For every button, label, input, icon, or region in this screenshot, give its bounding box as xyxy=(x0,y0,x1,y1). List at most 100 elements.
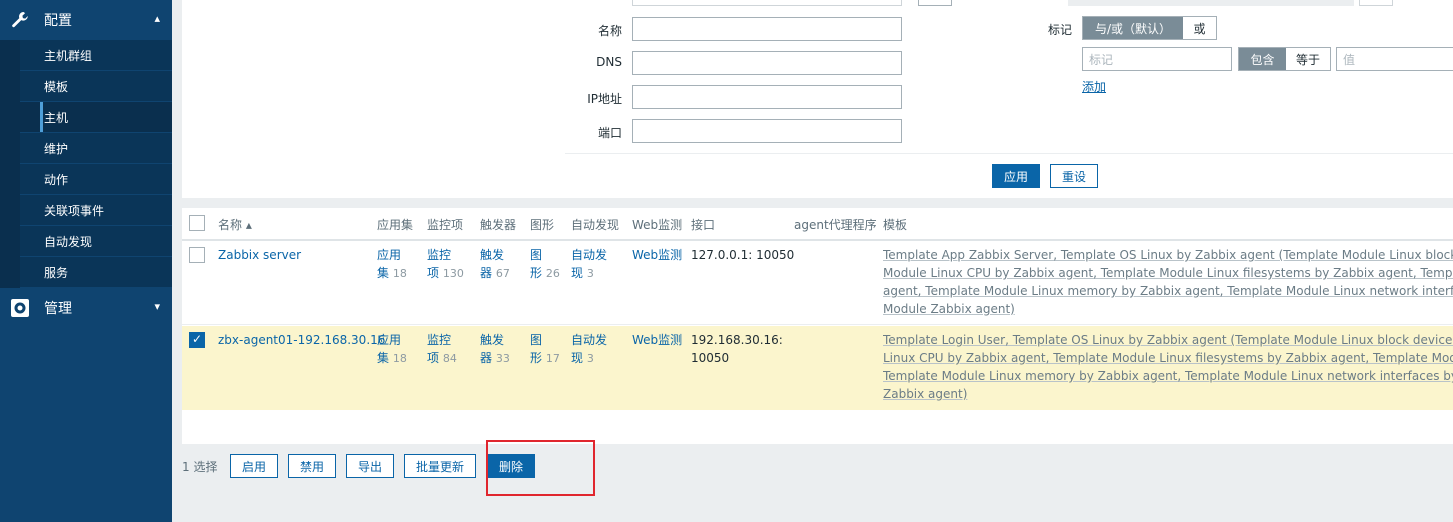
template-line[interactable]: agent, Template Module Linux memory by Z… xyxy=(883,282,1453,300)
sidebar-item-discovery[interactable]: 自动发现 xyxy=(20,226,172,257)
disable-button[interactable]: 禁用 xyxy=(288,454,336,478)
graphs-label: 形 xyxy=(530,266,543,280)
sidebar-item-label: 关联项事件 xyxy=(44,203,105,218)
graphs-count: 26 xyxy=(545,267,560,280)
chevron-up-icon: ▴ xyxy=(154,12,160,25)
filter-field-partial xyxy=(1068,0,1354,6)
template-line[interactable]: Module Zabbix agent) xyxy=(883,300,1453,318)
sidebar-item-maintenance[interactable]: 维护 xyxy=(20,133,172,164)
add-tag-link[interactable]: 添加 xyxy=(1082,78,1106,95)
triggers-count: 67 xyxy=(495,267,510,280)
filter-field-partial xyxy=(632,0,902,6)
web-link[interactable]: Web监测 xyxy=(632,331,682,349)
tag-mode-or[interactable]: 或 xyxy=(1183,17,1216,39)
sidebar-section-label: 配置 xyxy=(44,13,72,29)
sidebar-section-admin[interactable]: 管理 ▾ xyxy=(0,288,172,328)
template-line[interactable]: Template Module Linux memory by Zabbix a… xyxy=(883,367,1453,385)
host-name-link[interactable]: Zabbix server xyxy=(218,246,301,264)
export-button[interactable]: 导出 xyxy=(346,454,394,478)
sidebar-item-label: 自动发现 xyxy=(44,234,93,249)
wrench-icon xyxy=(12,12,28,28)
sidebar-item-event-correlation[interactable]: 关联项事件 xyxy=(20,195,172,226)
applications-link[interactable]: 应用 集 18 xyxy=(377,246,407,283)
template-line[interactable]: Template Login User, Template OS Linux b… xyxy=(883,331,1453,349)
row-checkbox[interactable] xyxy=(189,247,205,263)
mass-update-button[interactable]: 批量更新 xyxy=(404,454,476,478)
templates-list: Template App Zabbix Server, Template OS … xyxy=(883,246,1453,318)
sidebar-section-label: 管理 xyxy=(44,301,72,317)
host-name-link[interactable]: zbx-agent01-192.168.30.16 xyxy=(218,331,385,349)
sidebar-item-actions[interactable]: 动作 xyxy=(20,164,172,195)
tag-value-input[interactable]: 值 xyxy=(1336,47,1453,71)
sidebar-item-hosts[interactable]: 主机 xyxy=(20,102,172,133)
col-proxy-header: agent代理程序 xyxy=(794,218,877,232)
interface-value: 127.0.0.1: 10050 xyxy=(691,246,794,264)
discovery-link[interactable]: 自动发 现 3 xyxy=(571,246,607,283)
tag-op-contains[interactable]: 包含 xyxy=(1239,48,1286,70)
web-link[interactable]: Web监测 xyxy=(632,246,682,264)
ip-input[interactable] xyxy=(632,85,902,109)
name-label: 名称 xyxy=(597,24,622,38)
name-input[interactable] xyxy=(632,17,902,41)
applications-label: 应用 xyxy=(377,333,402,347)
items-label: 项 xyxy=(427,351,440,365)
table-row-selected: zbx-agent01-192.168.30.16 应用 集 18 监控 项 8… xyxy=(182,326,1453,410)
items-link[interactable]: 监控 项 130 xyxy=(427,246,464,283)
select-all-checkbox[interactable] xyxy=(189,215,205,231)
sidebar-item-label: 服务 xyxy=(44,265,69,280)
triggers-link[interactable]: 触发 器 67 xyxy=(480,246,510,283)
row-checkbox-checked[interactable] xyxy=(189,332,205,348)
discovery-link[interactable]: 自动发 现 3 xyxy=(571,331,607,368)
tag-op-equals[interactable]: 等于 xyxy=(1286,48,1330,70)
dns-input[interactable] xyxy=(632,51,902,75)
triggers-label: 触发 xyxy=(480,248,505,262)
tag-operator-toggle: 包含 等于 xyxy=(1238,47,1331,71)
templates-list: Template Login User, Template OS Linux b… xyxy=(883,331,1453,403)
col-name-header[interactable]: 名称 ▴ xyxy=(218,216,252,233)
triggers-count: 33 xyxy=(495,352,510,365)
items-count: 130 xyxy=(442,267,464,280)
filter-select-button-partial[interactable] xyxy=(918,0,952,6)
graphs-link[interactable]: 图 形 17 xyxy=(530,331,560,368)
reset-button[interactable]: 重设 xyxy=(1050,164,1098,188)
graphs-link[interactable]: 图 形 26 xyxy=(530,246,560,283)
sidebar-item-host-groups[interactable]: 主机群组 xyxy=(20,40,172,71)
sidebar-item-services[interactable]: 服务 xyxy=(20,257,172,288)
tag-name-input[interactable]: 标记 xyxy=(1082,47,1232,71)
items-link[interactable]: 监控 项 84 xyxy=(427,331,457,368)
applications-link[interactable]: 应用 集 18 xyxy=(377,331,407,368)
sidebar-submenu: 主机群组 模板 主机 维护 动作 关联项事件 自动发现 服务 xyxy=(20,40,172,288)
template-line[interactable]: Module Linux CPU by Zabbix agent, Templa… xyxy=(883,264,1453,282)
template-line[interactable]: Linux CPU by Zabbix agent, Template Modu… xyxy=(883,349,1453,367)
col-graphs-header: 图形 xyxy=(530,218,555,232)
triggers-label: 器 xyxy=(480,351,493,365)
enable-button[interactable]: 启用 xyxy=(230,454,278,478)
items-label: 监控 xyxy=(427,333,452,347)
tag-mode-and-or[interactable]: 与/或（默认） xyxy=(1083,17,1183,39)
sidebar: 配置 ▴ 主机群组 模板 主机 维护 动作 关联项事件 自动发现 服务 管理 ▾ xyxy=(0,0,172,522)
highlight-box xyxy=(486,440,595,496)
col-triggers-header: 触发器 xyxy=(480,218,517,232)
applications-label: 集 xyxy=(377,266,390,280)
sidebar-item-templates[interactable]: 模板 xyxy=(20,71,172,102)
tag-mode-toggle: 与/或（默认） 或 xyxy=(1082,16,1217,40)
table-row: Zabbix server 应用 集 18 监控 项 130 触发 器 67 图… xyxy=(182,241,1453,325)
applications-count: 18 xyxy=(392,352,407,365)
template-line[interactable]: Template App Zabbix Server, Template OS … xyxy=(883,246,1453,264)
discovery-label: 自动发 xyxy=(571,333,608,347)
triggers-link[interactable]: 触发 器 33 xyxy=(480,331,510,368)
filter-select-button-partial xyxy=(1359,0,1393,6)
tags-label: 标记 xyxy=(1047,23,1072,37)
apply-button[interactable]: 应用 xyxy=(992,164,1040,188)
filter-divider xyxy=(565,153,1453,154)
col-templates-header: 模板 xyxy=(883,218,908,232)
dns-label: DNS xyxy=(596,55,622,69)
template-line[interactable]: Zabbix agent) xyxy=(883,385,1453,403)
port-input[interactable] xyxy=(632,119,902,143)
sidebar-section-config[interactable]: 配置 ▴ xyxy=(0,0,172,40)
col-items-header: 监控项 xyxy=(427,218,464,232)
discovery-count: 3 xyxy=(586,352,594,365)
graphs-label: 形 xyxy=(530,351,543,365)
triggers-label: 器 xyxy=(480,266,493,280)
graphs-label: 图 xyxy=(530,248,543,262)
